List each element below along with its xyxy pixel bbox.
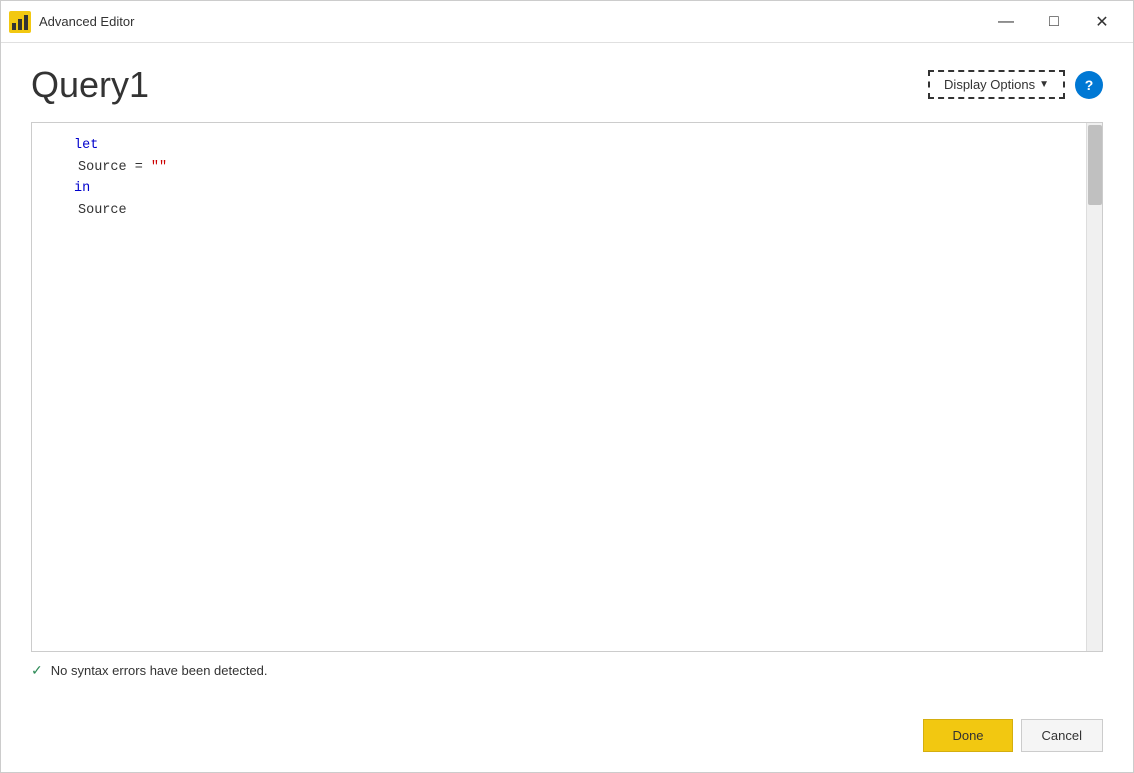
code-string-value: "" xyxy=(151,160,167,175)
keyword-let: let xyxy=(74,135,98,157)
keyword-in: in xyxy=(74,178,90,200)
window-title: Advanced Editor xyxy=(39,14,134,29)
code-line-4: Source xyxy=(44,200,1086,222)
content-area: Query1 Display Options ▼ ? let xyxy=(1,43,1133,709)
check-icon: ✓ xyxy=(31,662,43,679)
query-header: Query1 Display Options ▼ ? xyxy=(31,63,1103,106)
status-bar: ✓ No syntax errors have been detected. xyxy=(31,652,1103,689)
title-bar: Advanced Editor — □ ✕ xyxy=(1,1,1133,43)
minimize-button[interactable]: — xyxy=(983,7,1029,37)
done-button[interactable]: Done xyxy=(923,719,1012,752)
help-button[interactable]: ? xyxy=(1075,71,1103,99)
code-line-2: Source = "" xyxy=(44,157,1086,179)
status-text: No syntax errors have been detected. xyxy=(51,663,268,678)
footer: Done Cancel xyxy=(1,709,1133,772)
dropdown-arrow-icon: ▼ xyxy=(1039,79,1049,90)
code-area[interactable]: let Source = "" in Source xyxy=(32,123,1086,651)
code-source-assign: Source = "" xyxy=(78,157,167,179)
title-bar-left: Advanced Editor xyxy=(9,11,134,33)
code-source-ref: Source xyxy=(78,200,127,222)
code-line-1: let xyxy=(44,135,1086,157)
code-line-3: in xyxy=(44,178,1086,200)
close-button[interactable]: ✕ xyxy=(1079,7,1125,37)
advanced-editor-window: Advanced Editor — □ ✕ Query1 Display Opt… xyxy=(0,0,1134,773)
scrollbar-track[interactable] xyxy=(1086,123,1102,651)
display-options-button[interactable]: Display Options ▼ xyxy=(928,70,1065,99)
display-options-label: Display Options xyxy=(944,77,1035,92)
maximize-button[interactable]: □ xyxy=(1031,7,1077,37)
code-editor[interactable]: let Source = "" in Source xyxy=(31,122,1103,652)
header-right: Display Options ▼ ? xyxy=(928,70,1103,99)
cancel-button[interactable]: Cancel xyxy=(1021,719,1103,752)
app-icon xyxy=(9,11,31,33)
code-content: let Source = "" in Source xyxy=(32,135,1086,221)
scrollbar-thumb[interactable] xyxy=(1088,125,1102,205)
query-title: Query1 xyxy=(31,63,149,106)
title-bar-controls: — □ ✕ xyxy=(983,7,1125,37)
